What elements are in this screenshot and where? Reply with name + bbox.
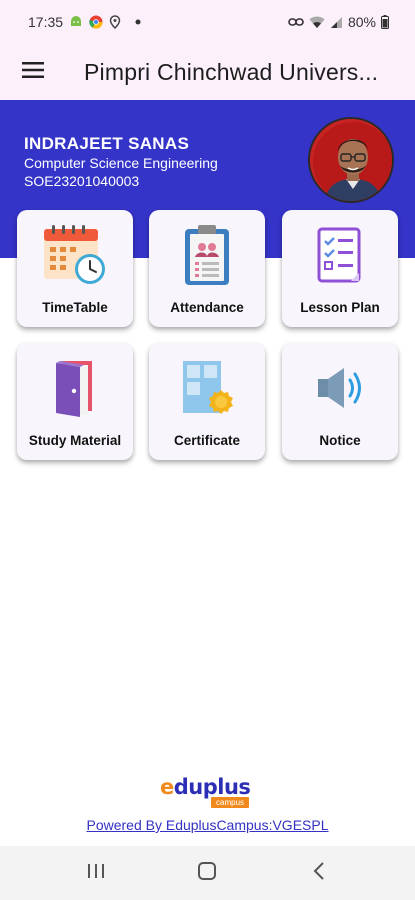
tile-label: Study Material [28, 433, 122, 448]
eduplus-logo: eduplus campus [160, 776, 260, 810]
student-name: INDRAJEET SANAS [24, 134, 190, 153]
tile-label: Attendance [170, 300, 244, 315]
tile-label: TimeTable [42, 300, 108, 315]
certificate-tile[interactable]: Certificate [149, 343, 265, 460]
timetable-tile[interactable]: TimeTable [17, 210, 133, 327]
study-material-tile[interactable]: Study Material [17, 343, 133, 460]
home-icon [197, 861, 217, 886]
book-icon [40, 353, 110, 423]
profile-avatar[interactable] [308, 117, 394, 203]
logo-sub: campus [211, 797, 250, 808]
battery-percent: 80% [347, 14, 376, 30]
student-department: Computer Science Engineering [24, 155, 218, 171]
tile-label: Notice [319, 433, 361, 448]
checklist-icon [305, 220, 375, 290]
system-nav-bar [0, 846, 415, 900]
app-title: Pimpri Chinchwad Univers... [84, 58, 379, 85]
recent-apps-icon [86, 863, 106, 884]
tile-label: Certificate [173, 433, 241, 448]
logo-main: duplus [173, 775, 251, 799]
location-icon [109, 15, 121, 29]
back-icon [313, 861, 325, 885]
certificate-icon [172, 353, 242, 423]
status-time: 17:35 [28, 14, 64, 30]
status-bar: 17:35 80% [0, 0, 415, 44]
android-icon [69, 15, 83, 29]
link-icon [288, 17, 304, 27]
menu-button[interactable] [0, 44, 66, 100]
lesson-plan-tile[interactable]: Lesson Plan [282, 210, 398, 327]
home-button[interactable] [177, 853, 237, 893]
hamburger-menu-icon [22, 61, 44, 83]
speaker-icon [305, 353, 375, 423]
powered-by-link[interactable]: Powered By EduplusCampus:VGESPL [0, 817, 415, 833]
attendance-tile[interactable]: Attendance [149, 210, 265, 327]
clipboard-icon [172, 220, 242, 290]
app-bar: Pimpri Chinchwad Univers... [0, 44, 415, 100]
tile-label: Lesson Plan [300, 300, 380, 315]
notice-tile[interactable]: Notice [282, 343, 398, 460]
dot-icon [135, 19, 141, 25]
recent-apps-button[interactable] [66, 853, 126, 893]
wifi-icon [309, 16, 325, 29]
back-button[interactable] [289, 853, 349, 893]
calendar-clock-icon [40, 220, 110, 290]
student-id: SOE23201040003 [24, 173, 140, 189]
battery-icon [381, 15, 389, 29]
logo-letter: e [160, 775, 174, 799]
signal-icon [330, 16, 343, 29]
chrome-icon [89, 15, 103, 29]
